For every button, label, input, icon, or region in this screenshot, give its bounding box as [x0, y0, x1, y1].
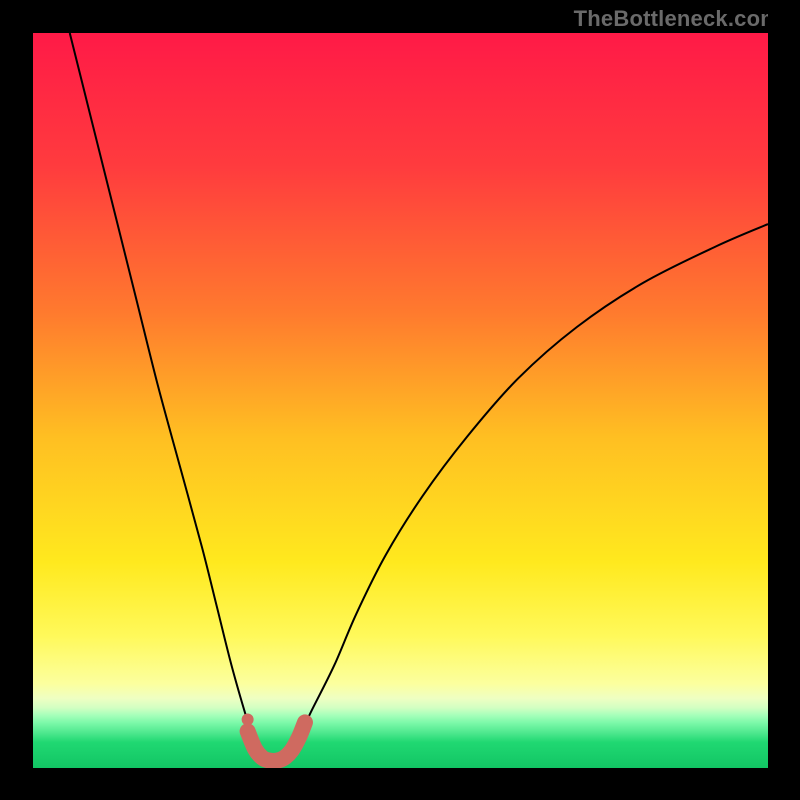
frame-border-right: [768, 0, 800, 800]
frame-border-bottom: [0, 768, 800, 800]
bottleneck-chart: [0, 0, 800, 800]
chart-frame: TheBottleneck.com: [0, 0, 800, 800]
plot-background: [33, 33, 768, 768]
marker-dot: [242, 713, 254, 725]
frame-border-left: [0, 0, 33, 800]
